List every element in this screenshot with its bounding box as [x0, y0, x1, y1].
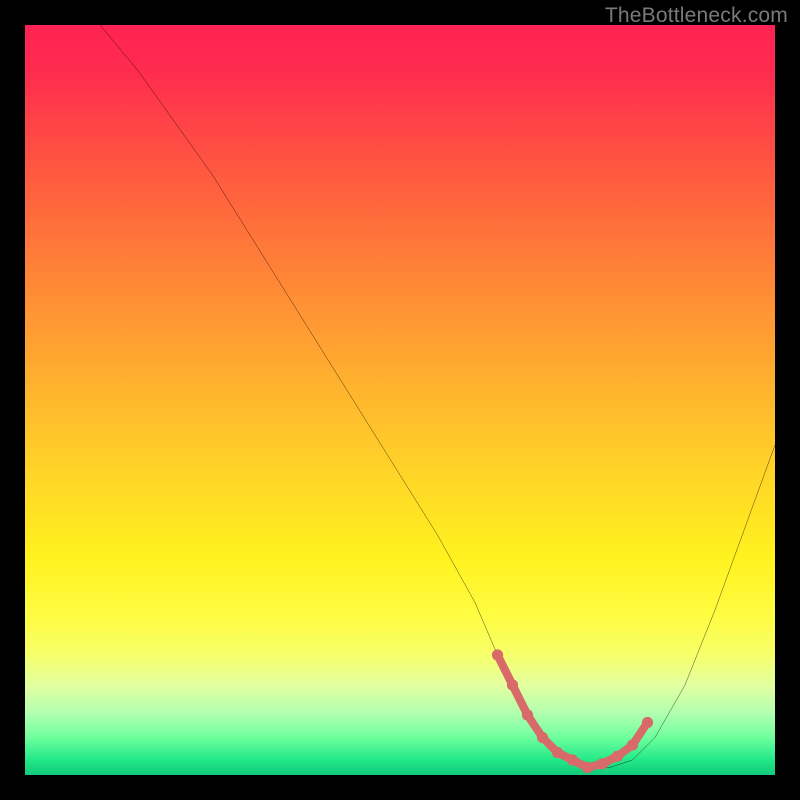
highlight-dot	[522, 709, 533, 720]
curve-layer	[25, 25, 775, 775]
highlight-path	[498, 655, 648, 768]
chart-canvas: TheBottleneck.com	[0, 0, 800, 800]
highlight-dot	[642, 717, 653, 728]
highlight-dot	[537, 732, 548, 743]
highlight-dot	[612, 751, 623, 762]
highlight-dot	[492, 649, 503, 660]
highlight-dot	[552, 747, 563, 758]
highlight-dot	[567, 754, 578, 765]
main-curve	[100, 25, 775, 768]
highlight-dot	[597, 758, 608, 769]
highlight-dot	[582, 762, 593, 773]
plot-area	[25, 25, 775, 775]
optimal-zone	[492, 649, 653, 773]
highlight-dot	[507, 679, 518, 690]
highlight-dot	[627, 739, 638, 750]
